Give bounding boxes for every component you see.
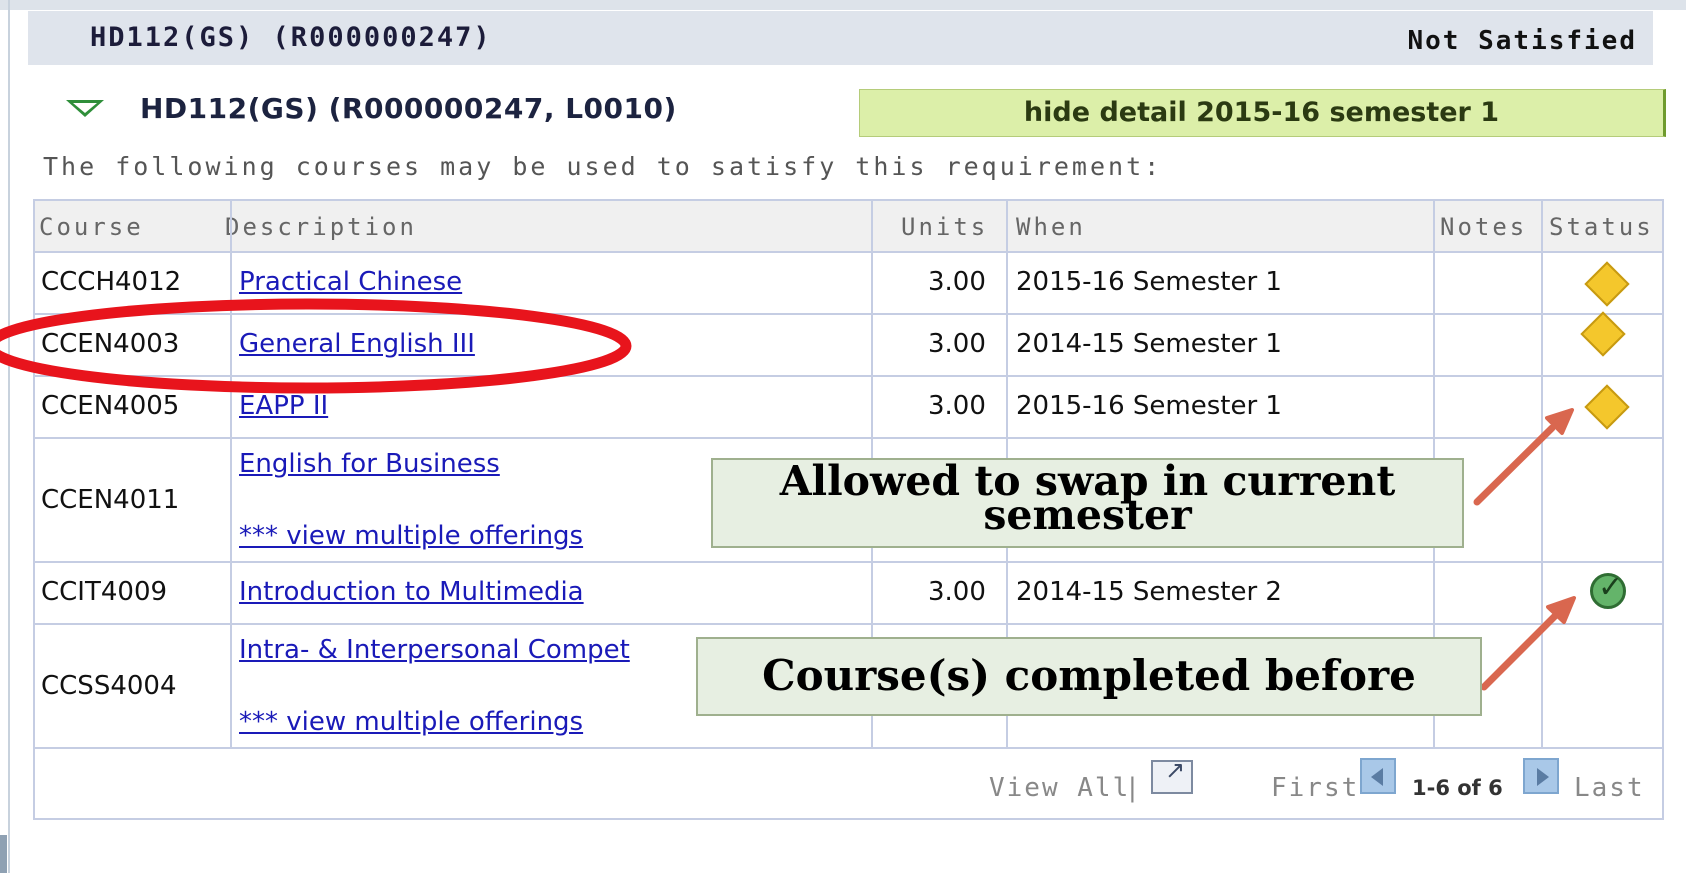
course-description-link[interactable]: Introduction to Multimedia (239, 577, 584, 607)
page-edge-tab (0, 835, 7, 873)
column-header-notes: Notes (1440, 213, 1528, 241)
course-code: CCSS4004 (41, 671, 177, 701)
last-page-link[interactable]: Last (1574, 773, 1645, 803)
pager-separator: | (1128, 773, 1137, 803)
course-description-link[interactable]: General English III (239, 329, 475, 359)
column-header-status: Status (1549, 213, 1654, 241)
swap-callout: Allowed to swap in current semester (711, 458, 1464, 548)
view-multiple-offerings-link[interactable]: *** view multiple offerings (239, 521, 583, 551)
table-header-row: Course Description Units When Notes Stat… (35, 201, 1662, 253)
open-new-window-icon[interactable] (1151, 756, 1193, 794)
column-header-course: Course (39, 213, 144, 241)
course-description-link[interactable]: English for Business (239, 449, 500, 479)
requirement-intro: The following courses may be used to sat… (43, 152, 1163, 181)
column-header-units: Units (901, 213, 989, 241)
course-when: 2015-16 Semester 1 (1016, 267, 1282, 297)
course-when: 2015-16 Semester 1 (1016, 391, 1282, 421)
table-row: CCEN4003 General English III 3.00 2014-1… (35, 315, 1662, 377)
completed-check-icon: ✓ (1590, 570, 1626, 609)
course-description-link[interactable]: Practical Chinese (239, 267, 462, 297)
course-when: 2014-15 Semester 2 (1016, 577, 1282, 607)
degree-audit-panel: HD112(GS) (R000000247) Not Satisfied HD1… (0, 0, 1686, 873)
course-units: 3.00 (928, 577, 986, 607)
view-multiple-offerings-link[interactable]: *** view multiple offerings (239, 707, 583, 737)
line-title[interactable]: HD112(GS) (R000000247, L0010) (140, 92, 677, 125)
first-page-link[interactable]: First (1271, 773, 1359, 803)
view-all-link[interactable]: View All (989, 773, 1130, 803)
next-page-icon[interactable] (1523, 758, 1559, 794)
course-code: CCIT4009 (41, 577, 168, 607)
table-row: CCIT4009 Introduction to Multimedia 3.00… (35, 563, 1662, 625)
course-units: 3.00 (928, 329, 986, 359)
course-when: 2014-15 Semester 1 (1016, 329, 1282, 359)
course-units: 3.00 (928, 391, 986, 421)
collapse-triangle-icon[interactable] (66, 100, 104, 117)
left-border (8, 0, 10, 873)
table-row: CCCH4012 Practical Chinese 3.00 2015-16 … (35, 253, 1662, 315)
requirement-status: Not Satisfied (1407, 26, 1637, 56)
course-code: CCCH4012 (41, 267, 182, 297)
requirement-title: HD112(GS) (R000000247) (90, 22, 492, 53)
course-code: CCEN4011 (41, 485, 180, 515)
top-band (0, 0, 1686, 10)
course-units: 3.00 (928, 267, 986, 297)
column-header-description: Description (225, 213, 417, 241)
previous-page-icon[interactable] (1360, 758, 1396, 794)
table-row: CCEN4005 EAPP II 3.00 2015-16 Semester 1 (35, 377, 1662, 439)
course-code: CCEN4003 (41, 329, 180, 359)
course-code: CCEN4005 (41, 391, 180, 421)
completed-callout: Course(s) completed before (696, 637, 1482, 716)
course-description-link[interactable]: Intra- & Interpersonal Compet (239, 635, 630, 665)
requirement-header: HD112(GS) (R000000247) Not Satisfied (28, 11, 1653, 65)
hide-detail-button[interactable]: hide detail 2015-16 semester 1 (859, 89, 1666, 137)
course-description-link[interactable]: EAPP II (239, 391, 328, 421)
column-header-when: When (1016, 213, 1086, 241)
pager-range: 1-6 of 6 (1412, 776, 1503, 800)
